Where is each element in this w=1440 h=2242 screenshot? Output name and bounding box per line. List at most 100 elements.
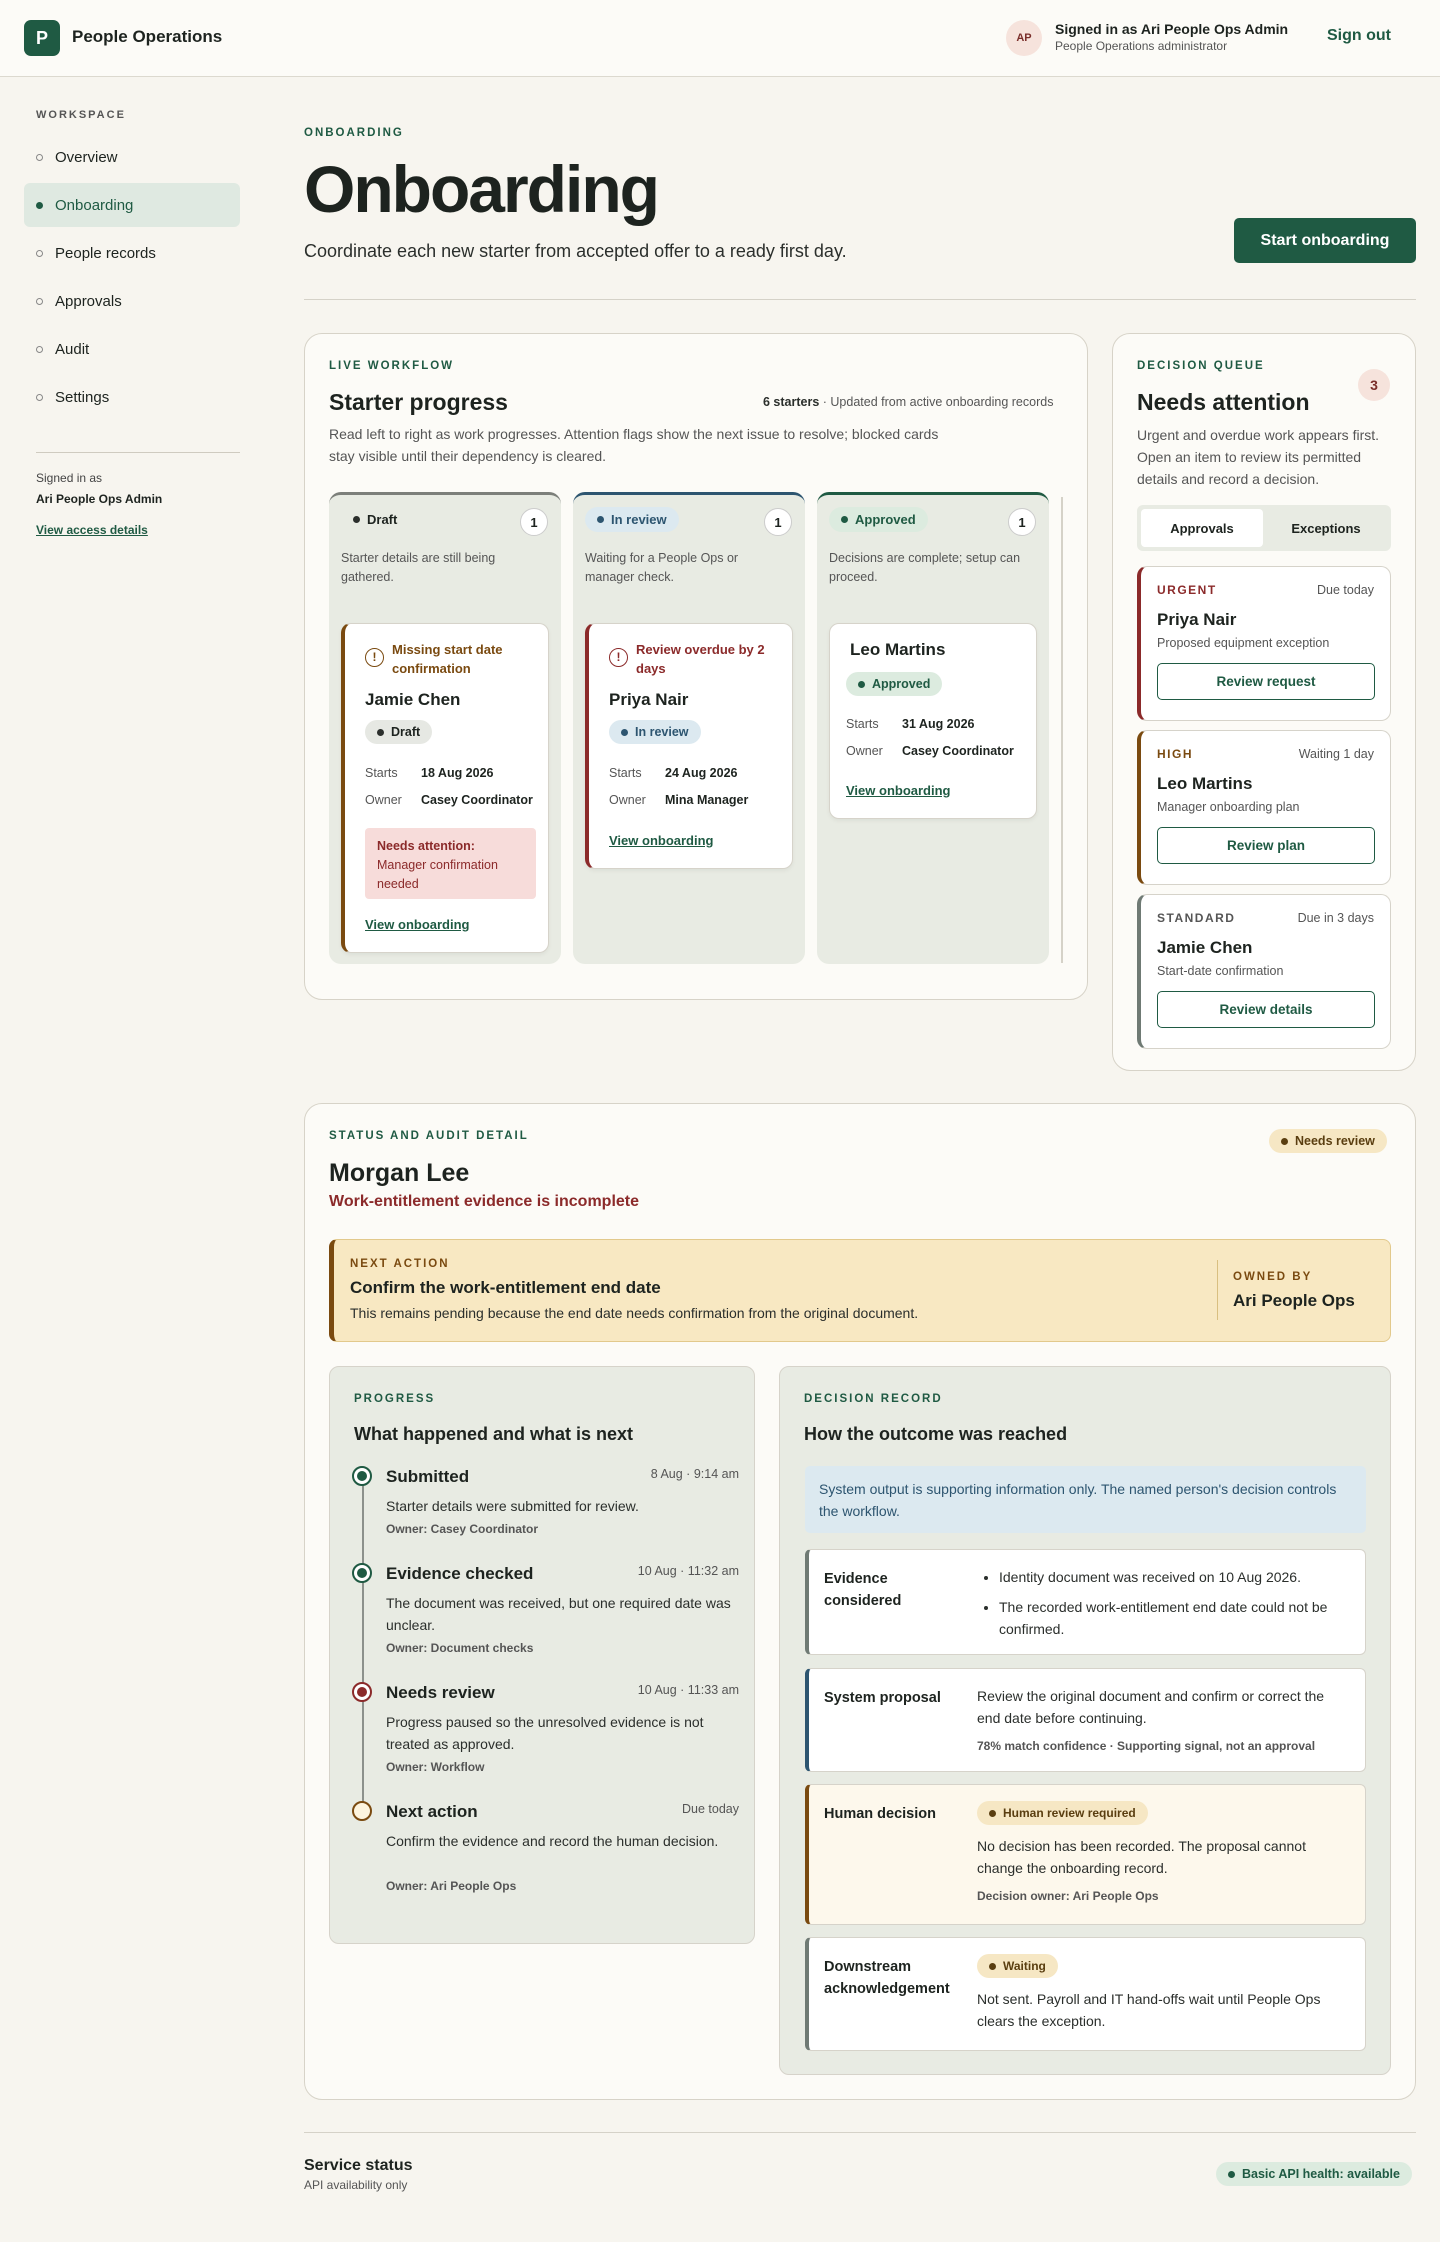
header-divider bbox=[304, 299, 1416, 300]
signed-in-user: Signed in as Ari People Ops Admin bbox=[1055, 21, 1289, 37]
tab-approvals[interactable]: Approvals bbox=[1141, 509, 1263, 547]
queue-tabs: Approvals Exceptions bbox=[1137, 505, 1391, 551]
owner-row: Owner Casey Coordinator bbox=[846, 744, 1014, 758]
step-title: Submitted bbox=[386, 1467, 470, 1486]
starts-value: 24 Aug 2026 bbox=[665, 766, 738, 780]
record-title: How the outcome was reached bbox=[804, 1424, 1068, 1444]
view-onboarding-link[interactable]: View onboarding bbox=[846, 783, 951, 798]
due-label: Due in 3 days bbox=[1297, 911, 1374, 925]
status-badge: In review bbox=[609, 720, 701, 744]
queue-item-desc: Proposed equipment exception bbox=[1157, 636, 1330, 650]
review-request-button[interactable]: Review request bbox=[1157, 663, 1375, 700]
queue-item-desc: Manager onboarding plan bbox=[1157, 800, 1300, 814]
sidebar-item-people-records[interactable]: People records bbox=[24, 231, 240, 275]
sidebar-item-audit[interactable]: Audit bbox=[24, 327, 240, 371]
sidebar-item-label: Overview bbox=[55, 148, 118, 166]
bullet-icon bbox=[36, 250, 43, 257]
column-count: 1 bbox=[764, 508, 792, 536]
priority-tag: URGENT bbox=[1157, 583, 1217, 597]
human-decision-label: Human decision bbox=[824, 1806, 936, 1822]
due-label: Due today bbox=[1317, 583, 1374, 597]
issue-summary: Work-entitlement evidence is incomplete bbox=[329, 1193, 640, 1210]
owner-value: Mina Manager bbox=[665, 793, 749, 807]
sidebar-item-label: Onboarding bbox=[55, 196, 134, 214]
sidebar-divider bbox=[36, 452, 240, 453]
avatar[interactable]: AP bbox=[1006, 20, 1042, 56]
footer-subtitle: API availability only bbox=[304, 2178, 408, 2192]
bullet-icon bbox=[36, 394, 43, 401]
bullet-icon bbox=[36, 298, 43, 305]
sidebar-item-onboarding[interactable]: Onboarding bbox=[24, 183, 240, 227]
sidebar-item-label: Audit bbox=[55, 340, 90, 358]
owner-value: Casey Coordinator bbox=[902, 744, 1014, 758]
owner-row: Owner Casey Coordinator bbox=[365, 793, 533, 807]
queue-item-name: Leo Martins bbox=[1157, 774, 1253, 793]
status-dot-icon bbox=[353, 516, 360, 523]
queue-item[interactable]: STANDARD Due in 3 days Jamie Chen Start-… bbox=[1137, 894, 1391, 1049]
queue-title: Needs attention bbox=[1137, 389, 1310, 415]
step-desc: Confirm the evidence and record the huma… bbox=[386, 1833, 719, 1849]
status-dot-icon bbox=[989, 1809, 996, 1817]
tab-exceptions[interactable]: Exceptions bbox=[1265, 509, 1387, 547]
step-title: Next action bbox=[386, 1802, 478, 1821]
starter-card[interactable]: ! Review overdue by 2 days Priya Nair In … bbox=[585, 623, 793, 869]
queue-item-desc: Start-date confirmation bbox=[1157, 964, 1284, 978]
callout-divider bbox=[1217, 1260, 1218, 1320]
bullet-icon bbox=[36, 202, 43, 209]
queue-item[interactable]: URGENT Due today Priya Nair Proposed equ… bbox=[1137, 566, 1391, 721]
queue-count-badge: 3 bbox=[1358, 369, 1390, 401]
step-owner: Owner: Casey Coordinator bbox=[386, 1522, 539, 1536]
sidebar-item-overview[interactable]: Overview bbox=[24, 135, 240, 179]
view-access-details-link[interactable]: View access details bbox=[36, 523, 148, 537]
column-count: 1 bbox=[1008, 508, 1036, 536]
starter-count: 6 starters bbox=[763, 395, 820, 409]
sidebar-signed-name: Ari People Ops Admin bbox=[36, 492, 163, 506]
owned-by-value: Ari People Ops bbox=[1233, 1291, 1355, 1310]
downstream-label: Downstream acknowledgement bbox=[824, 1959, 950, 1997]
complete-step-icon bbox=[352, 1466, 372, 1486]
starter-card[interactable]: ! Missing start date confirmation Jamie C… bbox=[341, 623, 549, 953]
queue-eyebrow: DECISION QUEUE bbox=[1137, 360, 1265, 372]
review-plan-button[interactable]: Review plan bbox=[1157, 827, 1375, 864]
flag-text: Review overdue by 2 days bbox=[636, 642, 765, 676]
status-label: Human review required bbox=[1003, 1806, 1136, 1820]
status-dot-icon bbox=[1228, 2170, 1235, 2178]
queue-item-name: Jamie Chen bbox=[1157, 938, 1253, 957]
app-logo[interactable]: P bbox=[24, 20, 60, 56]
view-onboarding-link[interactable]: View onboarding bbox=[365, 917, 470, 932]
board-scroll-edge[interactable] bbox=[1061, 497, 1063, 963]
attention-box: Needs attention: Manager confirmation nee… bbox=[365, 828, 536, 899]
status-dot-icon bbox=[377, 728, 384, 736]
sidebar-item-settings[interactable]: Settings bbox=[24, 375, 240, 419]
status-badge: Needs review bbox=[1269, 1129, 1387, 1153]
starts-value: 18 Aug 2026 bbox=[421, 766, 494, 780]
evidence-item: Identity document was received on 10 Aug… bbox=[999, 1566, 1349, 1588]
view-onboarding-link[interactable]: View onboarding bbox=[609, 833, 714, 848]
sidebar-item-label: Approvals bbox=[55, 292, 122, 310]
queue-item[interactable]: HIGH Waiting 1 day Leo Martins Manager o… bbox=[1137, 730, 1391, 885]
start-onboarding-button[interactable]: Start onboarding bbox=[1234, 218, 1416, 263]
detail-eyebrow: STATUS AND AUDIT DETAIL bbox=[329, 1130, 529, 1142]
priority-tag: STANDARD bbox=[1157, 911, 1236, 925]
next-action-callout: NEXT ACTION Confirm the work-entitlement… bbox=[329, 1239, 1391, 1342]
review-details-button[interactable]: Review details bbox=[1157, 991, 1375, 1028]
attention-title: Needs attention: bbox=[377, 839, 475, 853]
page-title: Onboarding bbox=[304, 152, 660, 226]
step-time: 10 Aug · 11:33 am bbox=[637, 1683, 739, 1697]
status-dot-icon bbox=[1281, 1137, 1288, 1145]
starter-card[interactable]: Leo Martins Approved Starts 31 Aug 2026 O… bbox=[829, 623, 1037, 819]
sidebar-item-approvals[interactable]: Approvals bbox=[24, 279, 240, 323]
owner-label: Owner bbox=[609, 793, 646, 807]
sidebar-section-title: WORKSPACE bbox=[36, 109, 126, 121]
starts-row: Starts 31 Aug 2026 bbox=[846, 717, 975, 731]
starter-name: Priya Nair bbox=[609, 690, 689, 709]
sidebar-item-label: People records bbox=[55, 244, 156, 262]
workflow-title: Starter progress bbox=[329, 389, 508, 415]
progress-eyebrow: PROGRESS bbox=[354, 1393, 436, 1405]
column-draft: Draft 1 Starter details are still being … bbox=[329, 492, 561, 964]
alert-icon: ! bbox=[365, 648, 384, 667]
page-eyebrow: ONBOARDING bbox=[304, 127, 404, 139]
sign-out-button[interactable]: Sign out bbox=[1327, 27, 1391, 45]
starts-row: Starts 18 Aug 2026 bbox=[365, 766, 494, 780]
status-label: Approved bbox=[855, 512, 916, 527]
